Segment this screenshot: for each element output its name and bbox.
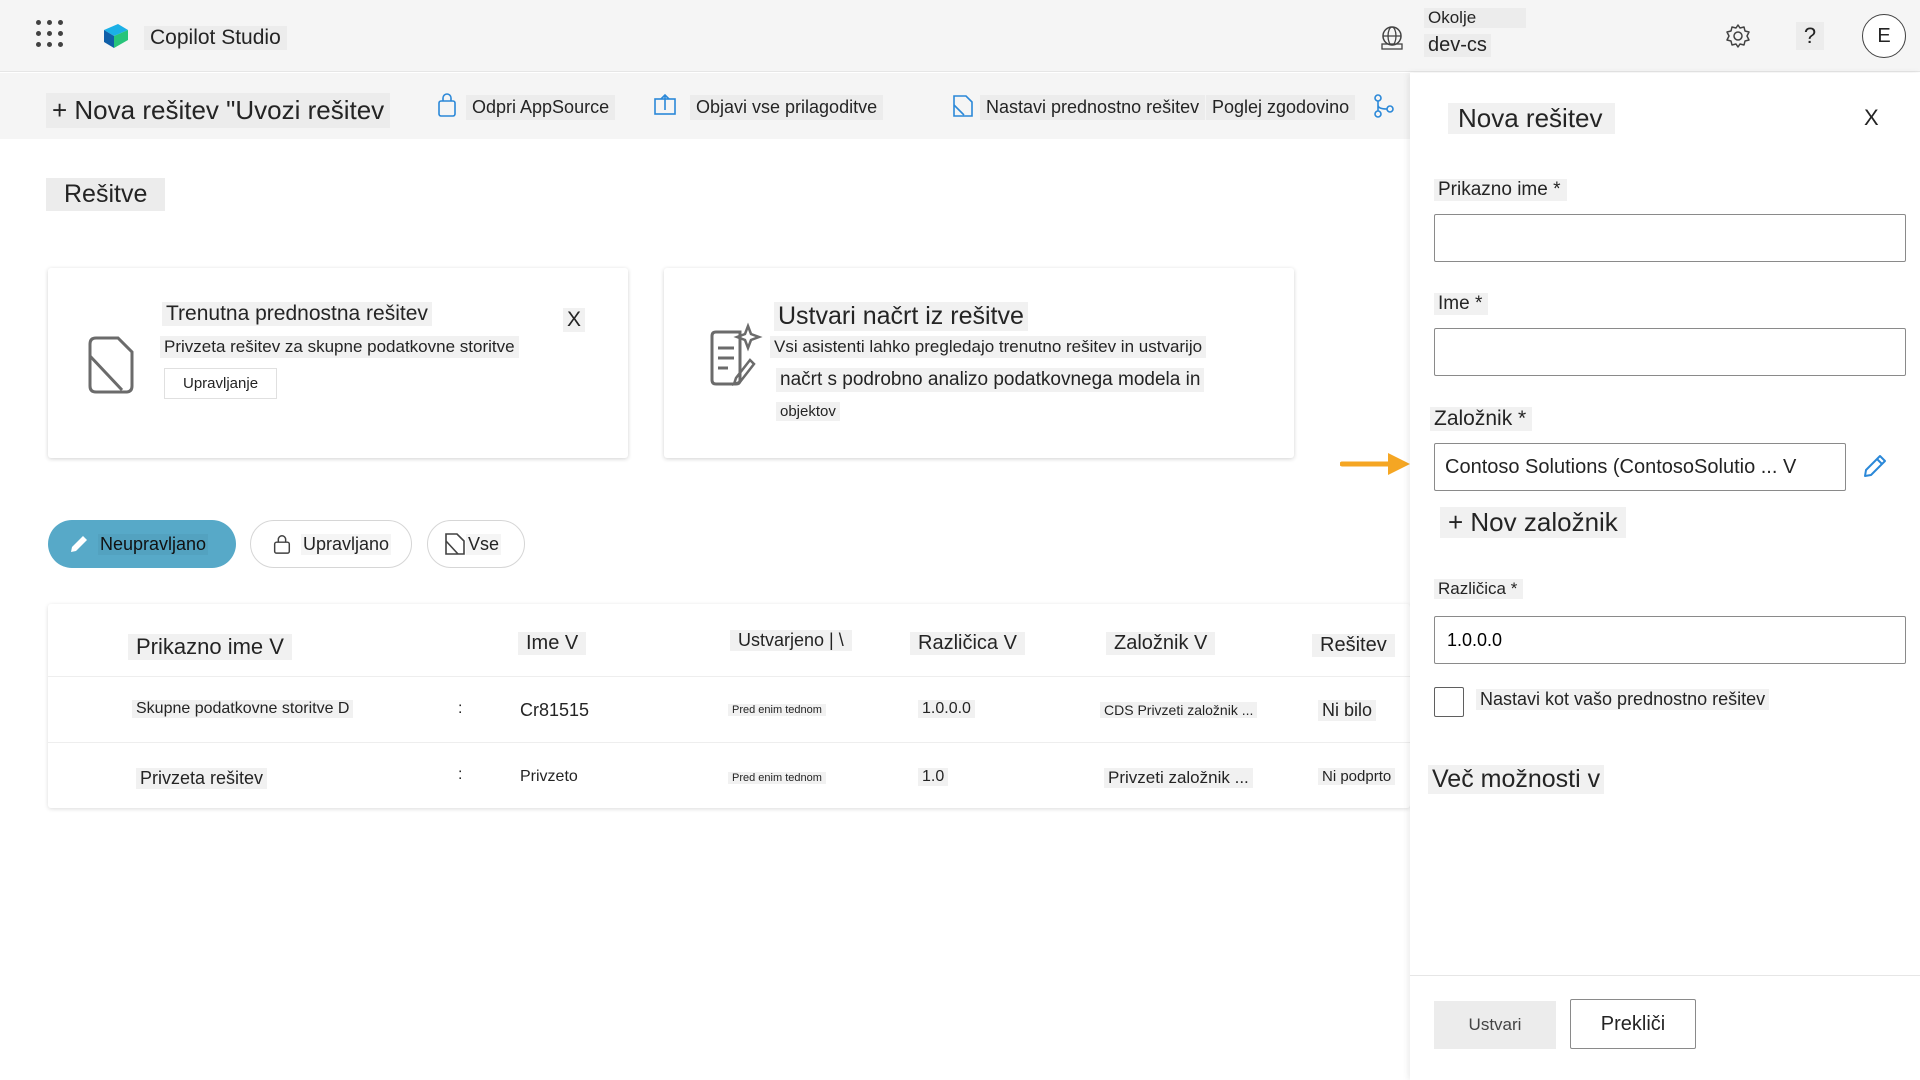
card-title: Ustvari načrt iz rešitve (774, 302, 1028, 331)
pencil-icon[interactable] (1860, 451, 1890, 481)
row-more-icon[interactable]: : (454, 766, 466, 784)
pencil-icon (71, 536, 87, 552)
card-description: Privzeta rešitev za skupne podatkovne st… (160, 336, 519, 358)
row-divider (48, 676, 1410, 677)
row-divider (48, 742, 1410, 743)
row-more-icon[interactable]: : (454, 700, 466, 718)
command-bar: + Nova rešitev "Uvozi rešitev Odpri AppS… (0, 73, 1410, 139)
create-plan-card[interactable]: Ustvari načrt iz rešitve Vsi asistenti l… (664, 268, 1294, 458)
preferred-solution-icon (953, 95, 973, 117)
user-avatar[interactable]: E (1862, 14, 1906, 58)
version-label: Različica * (1434, 579, 1524, 599)
environment-name[interactable]: dev-cs (1424, 34, 1491, 57)
set-preferred-checkbox[interactable] (1434, 687, 1464, 717)
cell-version: 1.0.0.0 (918, 700, 975, 718)
card-description-line-1: Vsi asistenti lahko pregledajo trenutno … (770, 336, 1207, 358)
column-header-name[interactable]: Ime V (518, 632, 587, 655)
page-title: Rešitve (46, 178, 166, 211)
cell-display-name[interactable]: Privzeta rešitev (136, 768, 268, 789)
current-preferred-solution-card: Trenutna prednostna rešitev Privzeta reš… (48, 268, 628, 458)
display-name-input[interactable] (1434, 214, 1906, 262)
solutions-table: Prikazno ime V Ime V Ustvarjeno | \ Razl… (48, 604, 1410, 808)
settings-gear-icon[interactable] (1724, 22, 1752, 50)
display-name-label: Prikazno ime * (1434, 179, 1567, 201)
close-icon[interactable]: X (563, 308, 586, 332)
cell-version: 1.0 (918, 768, 949, 786)
filter-label: Vse (466, 533, 502, 555)
new-solution-button[interactable]: + Nova rešitev "Uvozi rešitev (46, 93, 391, 128)
new-solution-panel: Nova rešitev X Prikazno ime * Ime * Zalo… (1410, 73, 1920, 1080)
filter-label: Neupravljano (98, 533, 209, 555)
card-title: Trenutna prednostna rešitev (162, 302, 432, 326)
cell-publisher: Privzeti založnik ... (1104, 768, 1253, 788)
column-header-display-name[interactable]: Prikazno ime V (128, 634, 292, 660)
publisher-label: Založnik * (1430, 407, 1533, 431)
column-header-version[interactable]: Različica V (910, 632, 1025, 655)
new-publisher-button[interactable]: + Nov založnik (1440, 507, 1626, 538)
set-preferred-label: Nastavi kot vašo prednostno rešitev (1476, 689, 1770, 710)
document-icon (445, 533, 465, 555)
globe-environment-icon (1381, 26, 1403, 50)
view-history-button[interactable]: Poglej zgodovino (1206, 95, 1356, 120)
plan-sparkle-icon (710, 322, 763, 386)
open-appsource-button[interactable]: Odpri AppSource (466, 95, 616, 120)
history-icon[interactable] (1372, 93, 1398, 119)
version-input[interactable] (1434, 616, 1906, 664)
create-button[interactable]: Ustvari (1434, 1001, 1556, 1049)
filter-label: Upravljano (300, 533, 391, 555)
cell-name: Privzeto (520, 768, 578, 785)
help-icon[interactable]: ? (1796, 22, 1824, 50)
copilot-studio-logo-icon (104, 24, 128, 48)
column-header-publisher[interactable]: Založnik V (1106, 632, 1216, 655)
more-options-toggle[interactable]: Več možnosti v (1428, 765, 1605, 794)
column-header-solution[interactable]: Rešitev (1312, 634, 1395, 657)
set-preferred-solution-button[interactable]: Nastavi prednostno rešitev (980, 95, 1206, 120)
app-title: Copilot Studio (144, 26, 287, 50)
footer-divider (1410, 975, 1920, 976)
environment-label: Okolje (1424, 8, 1526, 28)
filter-managed[interactable]: Upravljano (250, 520, 412, 568)
cell-name: Cr81515 (520, 700, 590, 720)
panel-title: Nova rešitev (1448, 103, 1615, 134)
arrow-icon (1340, 453, 1410, 475)
name-input[interactable] (1434, 328, 1906, 376)
cell-status: Ni podprto (1318, 768, 1396, 785)
column-header-created[interactable]: Ustvarjeno | \ (730, 630, 852, 651)
card-description-line-3: objektov (776, 402, 840, 421)
name-label: Ime * (1434, 293, 1489, 315)
lock-icon (273, 535, 291, 554)
cell-status: Ni bilo (1318, 700, 1377, 721)
cell-created: Pred enim tednom (728, 772, 826, 784)
cancel-button[interactable]: Prekliči (1570, 999, 1696, 1049)
app-launcher-icon[interactable] (36, 20, 64, 48)
publisher-select[interactable]: Contoso Solutions (ContosoSolutio ... V (1434, 443, 1846, 491)
card-description-line-2: načrt s podrobno analizo podatkovnega mo… (776, 368, 1205, 392)
appsource-bag-icon (438, 93, 456, 117)
close-icon[interactable]: X (1864, 105, 1879, 131)
cell-created: Pred enim tednom (728, 704, 826, 716)
manage-button[interactable]: Upravljanje (164, 368, 278, 399)
cell-publisher: CDS Privzeti založnik ... (1100, 702, 1258, 718)
publish-icon (654, 93, 676, 115)
filter-unmanaged[interactable]: Neupravljano (48, 520, 236, 568)
publish-all-button[interactable]: Objavi vse prilagoditve (690, 95, 884, 120)
filter-all[interactable]: Vse (427, 520, 525, 568)
cell-display-name[interactable]: Skupne podatkovne storitve D (132, 700, 354, 718)
top-header: Copilot Studio Okolje dev-cs ? E (0, 0, 1920, 72)
document-icon (88, 336, 134, 394)
